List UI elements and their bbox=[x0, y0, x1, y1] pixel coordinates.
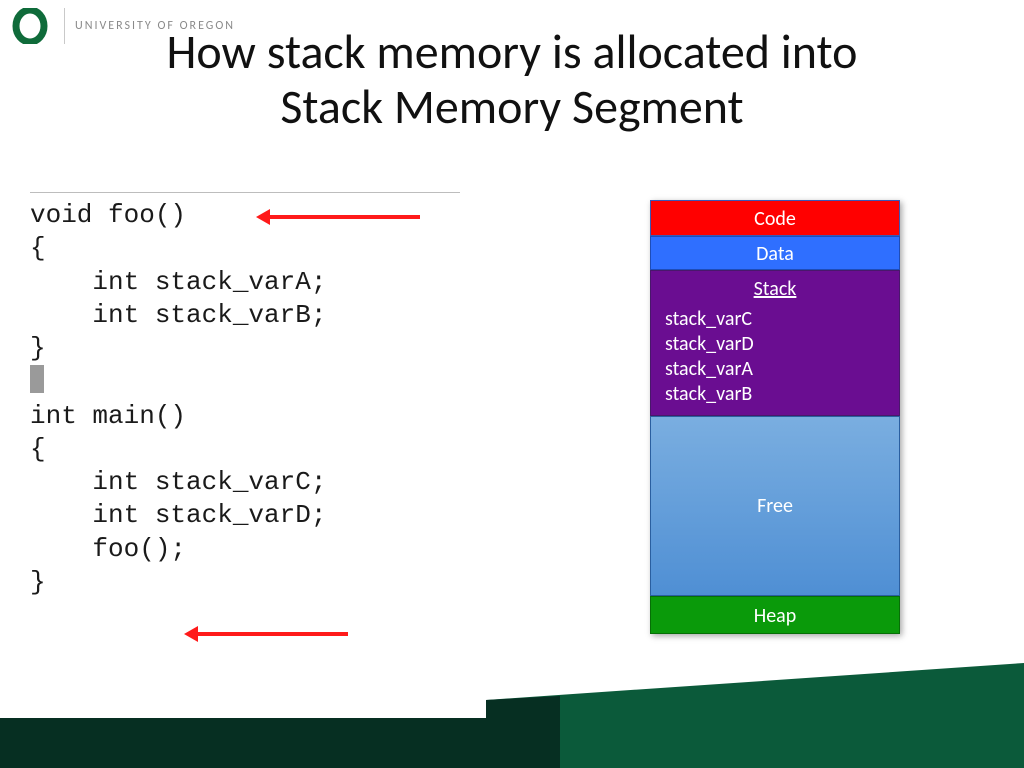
code-l9: int stack_varD; bbox=[30, 500, 326, 530]
stack-var: stack_varC bbox=[665, 307, 885, 332]
code-block: void foo() { int stack_varA; int stack_v… bbox=[30, 192, 460, 599]
code-l11: } bbox=[30, 567, 46, 597]
code-l1: void foo() bbox=[30, 200, 186, 230]
code-l6: int main() bbox=[30, 401, 186, 431]
footer-shape-icon bbox=[0, 658, 1024, 768]
arrow-left-icon bbox=[198, 632, 348, 636]
stack-var: stack_varA bbox=[665, 357, 885, 382]
code-l3: int stack_varA; bbox=[30, 267, 326, 297]
text-cursor-icon bbox=[30, 365, 44, 393]
title-line-2: Stack Memory Segment bbox=[280, 77, 743, 136]
segment-code: Code bbox=[650, 200, 900, 236]
stack-variables: stack_varC stack_varD stack_varA stack_v… bbox=[651, 307, 899, 407]
slide: UNIVERSITY OF OREGON How stack memory is… bbox=[0, 0, 1024, 768]
slide-title: How stack memory is allocated into Stack… bbox=[0, 24, 1024, 134]
memory-diagram: Code Data Stack stack_varC stack_varD st… bbox=[650, 200, 900, 634]
segment-heap: Heap bbox=[650, 596, 900, 634]
title-line-1: How stack memory is allocated into bbox=[167, 22, 858, 81]
code-l8: int stack_varC; bbox=[30, 467, 326, 497]
arrow-left-icon bbox=[270, 215, 420, 219]
stack-var: stack_varD bbox=[665, 332, 885, 357]
segment-data: Data bbox=[650, 236, 900, 270]
code-l7: { bbox=[30, 434, 46, 464]
segment-free: Free bbox=[650, 416, 900, 596]
code-l10: foo(); bbox=[30, 534, 186, 564]
code-l5: } bbox=[30, 333, 46, 363]
code-l4: int stack_varB; bbox=[30, 300, 326, 330]
code-l2: { bbox=[30, 233, 46, 263]
stack-header: Stack bbox=[651, 271, 899, 307]
segment-stack: Stack stack_varC stack_varD stack_varA s… bbox=[650, 270, 900, 416]
free-label: Free bbox=[757, 494, 793, 518]
stack-var: stack_varB bbox=[665, 382, 885, 407]
